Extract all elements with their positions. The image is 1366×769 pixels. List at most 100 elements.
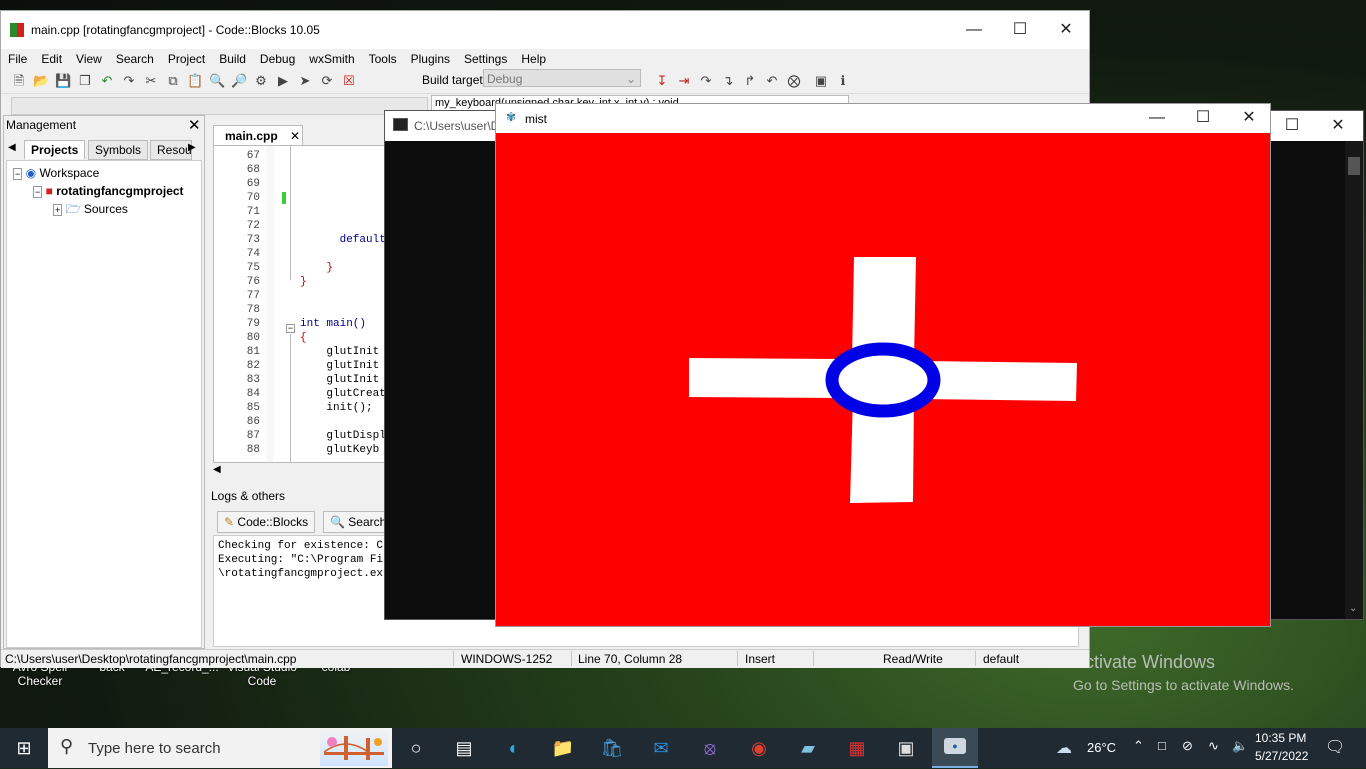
scroll-left-icon[interactable]: ◀ bbox=[213, 464, 221, 475]
next-line-icon[interactable]: ↷ bbox=[698, 73, 714, 89]
debug-start-icon[interactable]: ↧ bbox=[654, 73, 670, 89]
menu-plugins[interactable]: Plugins bbox=[404, 49, 457, 69]
weather-temp[interactable]: 26°C bbox=[1087, 740, 1116, 755]
open-folder-icon[interactable]: 📂 bbox=[33, 73, 49, 89]
menu-tools[interactable]: Tools bbox=[362, 49, 404, 69]
step-into-icon[interactable]: ↴ bbox=[720, 73, 736, 89]
replace-icon[interactable]: 🔎 bbox=[231, 73, 247, 89]
scroll-thumb[interactable] bbox=[1348, 157, 1360, 175]
edge-icon[interactable]: ◐ bbox=[502, 736, 526, 760]
stop-debug-icon[interactable]: ⨂ bbox=[786, 73, 802, 89]
tab-symbols[interactable]: Symbols bbox=[88, 140, 149, 160]
tab-search-log[interactable]: 🔍 Search bbox=[323, 511, 394, 533]
paste-icon[interactable]: 📋 bbox=[187, 73, 203, 89]
menu-wxsmith[interactable]: wxSmith bbox=[302, 49, 361, 69]
tab-label: Resou bbox=[157, 143, 192, 157]
collapse-icon[interactable]: − bbox=[13, 168, 23, 180]
next-instruction-icon[interactable]: ↶ bbox=[764, 73, 780, 89]
task-view-icon[interactable]: ▤ bbox=[452, 736, 476, 760]
close-button[interactable]: ✕ bbox=[1043, 11, 1089, 49]
opengl-canvas[interactable] bbox=[496, 133, 1270, 626]
close-button[interactable]: ✕ bbox=[1226, 99, 1272, 137]
horizontal-scrollbar[interactable]: ◀ bbox=[213, 461, 413, 475]
scroll-down-icon[interactable]: ⌄ bbox=[1349, 603, 1357, 614]
step-out-icon[interactable]: ↱ bbox=[742, 73, 758, 89]
menu-help[interactable]: Help bbox=[514, 49, 553, 69]
codeblocks-taskbar-icon[interactable]: ▦ bbox=[845, 736, 869, 760]
abort-icon[interactable]: ☒ bbox=[341, 73, 357, 89]
copy-icon[interactable]: ⧉ bbox=[165, 73, 181, 89]
clock-date[interactable]: 5/27/2022 bbox=[1255, 749, 1308, 763]
build-run-icon[interactable]: ➤ bbox=[297, 73, 313, 89]
clock-time[interactable]: 10:35 PM bbox=[1255, 731, 1306, 745]
network-off-icon[interactable]: ⊘ bbox=[1182, 738, 1193, 754]
status-mode: Insert bbox=[745, 652, 776, 666]
microsoft-store-icon[interactable]: 🛍 bbox=[600, 736, 624, 760]
wifi-icon[interactable]: ∿ bbox=[1208, 738, 1219, 754]
codeblocks-titlebar[interactable]: main.cpp [rotatingfancgmproject] - Code:… bbox=[1, 11, 1089, 49]
app-icon[interactable]: ▰ bbox=[796, 736, 820, 760]
close-icon[interactable]: ✕ bbox=[290, 126, 300, 146]
tab-codeblocks-log[interactable]: ✎ Code::Blocks bbox=[217, 511, 316, 533]
glut-taskbar-item[interactable]: ● bbox=[932, 728, 978, 768]
build-target-select[interactable]: Debug ⌄ bbox=[483, 69, 641, 87]
rebuild-icon[interactable]: ⟳ bbox=[319, 73, 335, 89]
console-scrollbar[interactable]: ⌄ bbox=[1345, 141, 1363, 619]
mist-titlebar[interactable]: ✾ mist — ☐ ✕ bbox=[496, 104, 1270, 133]
save-all-icon[interactable]: ❐ bbox=[77, 73, 93, 89]
find-icon[interactable]: 🔍 bbox=[209, 73, 225, 89]
new-file-icon[interactable]: 🗎 bbox=[11, 73, 27, 89]
expand-icon[interactable]: + bbox=[53, 204, 63, 216]
menu-search[interactable]: Search bbox=[109, 49, 161, 69]
build-gear-icon[interactable]: ⚙ bbox=[253, 73, 269, 89]
cut-icon[interactable]: ✂ bbox=[143, 73, 159, 89]
maximize-button[interactable]: ☐ bbox=[1269, 107, 1315, 145]
show-hidden-icons-icon[interactable]: ⌃ bbox=[1133, 738, 1144, 754]
close-button[interactable]: ✕ bbox=[1315, 107, 1361, 145]
undo-icon[interactable]: ↶ bbox=[99, 73, 115, 89]
chrome-icon[interactable]: ◉ bbox=[747, 736, 771, 760]
tree-item-workspace[interactable]: − ◉ Workspace bbox=[13, 165, 99, 182]
windows-start-icon[interactable]: ⊞ bbox=[12, 736, 36, 760]
tree-item-sources[interactable]: + 🗁 Sources bbox=[53, 201, 128, 218]
volume-icon[interactable]: 🔈 bbox=[1232, 738, 1248, 754]
tab-main-cpp[interactable]: main.cpp ✕ bbox=[213, 125, 303, 145]
tree-item-project[interactable]: − ■ rotatingfancgmproject bbox=[33, 183, 184, 200]
taskbar-search[interactable]: ⚲ Type here to search bbox=[48, 728, 392, 768]
visual-studio-icon[interactable]: ⦻ bbox=[698, 736, 722, 760]
menu-view[interactable]: View bbox=[69, 49, 109, 69]
notifications-icon[interactable]: 🗨 bbox=[1325, 737, 1345, 757]
menu-build[interactable]: Build bbox=[212, 49, 253, 69]
mail-icon[interactable]: ✉ bbox=[649, 736, 673, 760]
scope-select[interactable] bbox=[11, 97, 428, 115]
cortana-icon[interactable]: ○ bbox=[404, 736, 428, 760]
maximize-button[interactable]: ☐ bbox=[1180, 99, 1226, 137]
menu-settings[interactable]: Settings bbox=[457, 49, 514, 69]
close-icon[interactable]: ✕ bbox=[188, 116, 201, 134]
file-explorer-icon[interactable]: 📁 bbox=[551, 736, 575, 760]
tab-scroll-left-icon[interactable]: ◀ bbox=[8, 142, 16, 153]
save-icon[interactable]: 💾 bbox=[55, 73, 71, 89]
meet-now-icon[interactable]: □ bbox=[1158, 738, 1166, 753]
console-taskbar-icon[interactable]: ▣ bbox=[894, 736, 918, 760]
menu-debug[interactable]: Debug bbox=[253, 49, 302, 69]
minimize-button[interactable]: — bbox=[1134, 99, 1180, 137]
minimize-button[interactable]: — bbox=[951, 11, 997, 49]
menu-file[interactable]: File bbox=[1, 49, 34, 69]
maximize-button[interactable]: ☐ bbox=[997, 11, 1043, 49]
info-icon[interactable]: ℹ bbox=[835, 73, 851, 89]
tab-projects[interactable]: Projects bbox=[24, 140, 86, 159]
fold-toggle-icon[interactable]: − bbox=[286, 324, 295, 333]
debug-windows-icon[interactable]: ▣ bbox=[813, 73, 829, 89]
mist-window[interactable]: ✾ mist — ☐ ✕ bbox=[495, 103, 1271, 627]
menu-edit[interactable]: Edit bbox=[34, 49, 69, 69]
redo-icon[interactable]: ↷ bbox=[121, 73, 137, 89]
tab-scroll-right-icon[interactable]: ▶ bbox=[188, 142, 196, 153]
run-icon[interactable]: ▶ bbox=[275, 73, 291, 89]
run-to-cursor-icon[interactable]: ⇥ bbox=[676, 73, 692, 89]
menu-project[interactable]: Project bbox=[161, 49, 212, 69]
collapse-icon[interactable]: − bbox=[33, 186, 43, 198]
mist-title: mist bbox=[525, 112, 547, 126]
weather-icon[interactable]: ☁ bbox=[1056, 738, 1072, 758]
tab-resources[interactable]: Resou bbox=[150, 140, 192, 160]
